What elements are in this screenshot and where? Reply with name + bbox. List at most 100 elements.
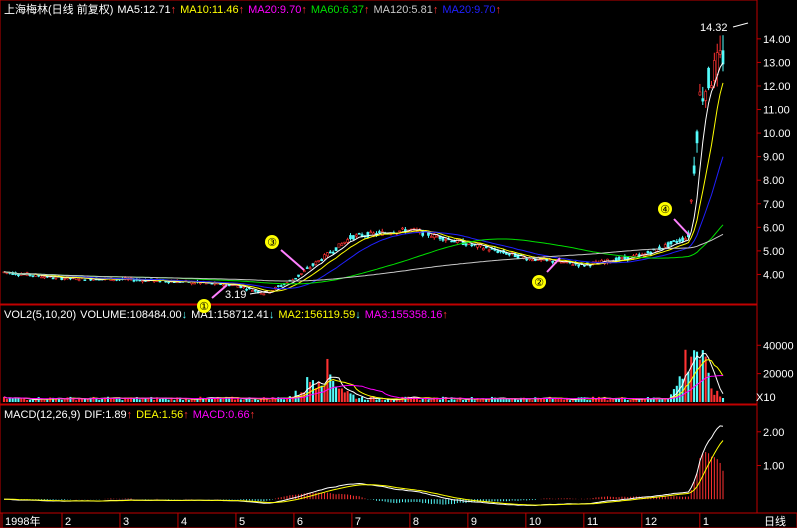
candle-body [637, 254, 641, 256]
volume-bar [551, 398, 554, 402]
candle-body [259, 292, 263, 295]
volume-bar [479, 399, 482, 402]
volume-bar [323, 385, 326, 402]
volume-bar [447, 400, 450, 402]
price-legend-item-0: 上海梅林(日线 前复权) [4, 2, 113, 16]
macd-legend: MACD(12,26,9) DIF:1.89↑ DEA:1.56↑ MACD:0.66… [4, 409, 255, 421]
candle-body [300, 273, 303, 275]
candle-body [366, 232, 370, 238]
volume-bar [571, 400, 574, 402]
volume-bar [389, 399, 392, 402]
volume-bar [438, 399, 442, 402]
candle-body [354, 234, 358, 237]
volume-bar [502, 399, 505, 402]
volume-bar [158, 398, 161, 402]
candle-body [352, 235, 355, 240]
volume-bar [381, 399, 384, 402]
volume-bar [623, 399, 626, 402]
volume-ma3-line [3, 375, 724, 400]
marker-2-label: ② [534, 277, 544, 289]
macd-legend-arrow-2: ↑ [183, 409, 189, 421]
price-tick-label: 12.00 [763, 81, 791, 93]
volume-bar [704, 356, 707, 402]
candle-body [577, 264, 580, 267]
candle-body [456, 238, 459, 243]
period-label: 日线 [764, 514, 786, 528]
volume-bar [20, 398, 23, 402]
volume-bar [664, 398, 667, 402]
price-tick-label: 4.00 [763, 269, 784, 281]
volume-bar [658, 399, 661, 402]
ma120-line [3, 233, 724, 282]
volume-bar [545, 398, 548, 402]
volume-bar [86, 399, 89, 402]
marker-3: ③ [265, 235, 305, 271]
price-tick-label: 8.00 [763, 175, 784, 187]
volume-bar [412, 396, 416, 402]
candle-body [236, 285, 240, 288]
volume-bar [366, 399, 369, 402]
price-legend-arrow-2: ↑ [239, 4, 245, 16]
volume-bar [453, 399, 456, 402]
volume-bar [121, 400, 124, 402]
volume-bar [629, 400, 632, 402]
candle-body [684, 238, 687, 241]
volume-bar [274, 399, 277, 402]
candle-body [496, 250, 500, 253]
volume-tick-label: 20000 [763, 369, 794, 381]
candle-body [239, 285, 243, 289]
volume-legend-item-3: MA2:156119.59 [278, 309, 355, 321]
volume-bar [719, 396, 722, 402]
macd-tick-label: 1.00 [763, 461, 784, 473]
volume-bar [320, 385, 323, 402]
candle-body [675, 241, 679, 243]
volume-bar [609, 398, 612, 402]
volume-bar [427, 399, 430, 402]
price-candles [2, 35, 725, 296]
candle-body [193, 282, 196, 285]
volume-bar [557, 398, 560, 402]
volume-bar [568, 400, 572, 402]
stock-chart: 上海梅林(日线 前复权) MA5:12.71↑ MA10:11.46↑ MA20:9.… [0, 0, 797, 528]
candle-body [470, 244, 474, 247]
volume-bar [5, 399, 8, 402]
candle-body [378, 231, 381, 233]
candle-body [337, 243, 341, 248]
volume-ma2-line [3, 359, 724, 400]
volume-bar [646, 397, 649, 402]
volume-unit-label: X10 [756, 392, 776, 404]
candle-body [548, 259, 552, 262]
price-legend-item-6: MA20:9.70 [442, 4, 495, 16]
volume-bar [600, 398, 603, 402]
volume-bar [66, 397, 69, 402]
volume-bar [384, 400, 387, 402]
volume-bar [594, 399, 598, 402]
candle-body [721, 50, 725, 65]
high-label: 14.32 [700, 22, 728, 34]
volume-bar [563, 399, 566, 402]
volume-bar [586, 399, 589, 402]
volume-bar [643, 399, 647, 402]
macd-legend-item-3: MACD:0.66 [193, 409, 250, 421]
high-annotation: 14.32 [700, 22, 749, 34]
price-legend-arrow-1: ↑ [171, 4, 177, 16]
volume-bar [314, 388, 317, 402]
volume-bar [710, 388, 713, 402]
candle-body [484, 246, 488, 249]
candle-body [698, 91, 702, 96]
volume-legend-arrow-2: ↓ [269, 309, 275, 321]
price-legend-arrow-4: ↑ [364, 4, 370, 16]
volume-bar [375, 399, 378, 402]
macd-legend-item-2: DEA:1.56 [136, 409, 183, 421]
volume-bar [560, 398, 563, 402]
candle-body [302, 270, 306, 273]
marker-3-label: ③ [267, 237, 277, 249]
volume-legend-item-4: MA3:155358.16 [365, 309, 443, 321]
volume-tick-label: 40000 [763, 340, 794, 352]
candle-body [331, 251, 335, 254]
candle-body [398, 230, 401, 233]
volume-bar [167, 399, 170, 402]
macd-legend-arrow-3: ↑ [250, 409, 256, 421]
volume-bar [473, 400, 476, 402]
candle-body [349, 235, 352, 240]
